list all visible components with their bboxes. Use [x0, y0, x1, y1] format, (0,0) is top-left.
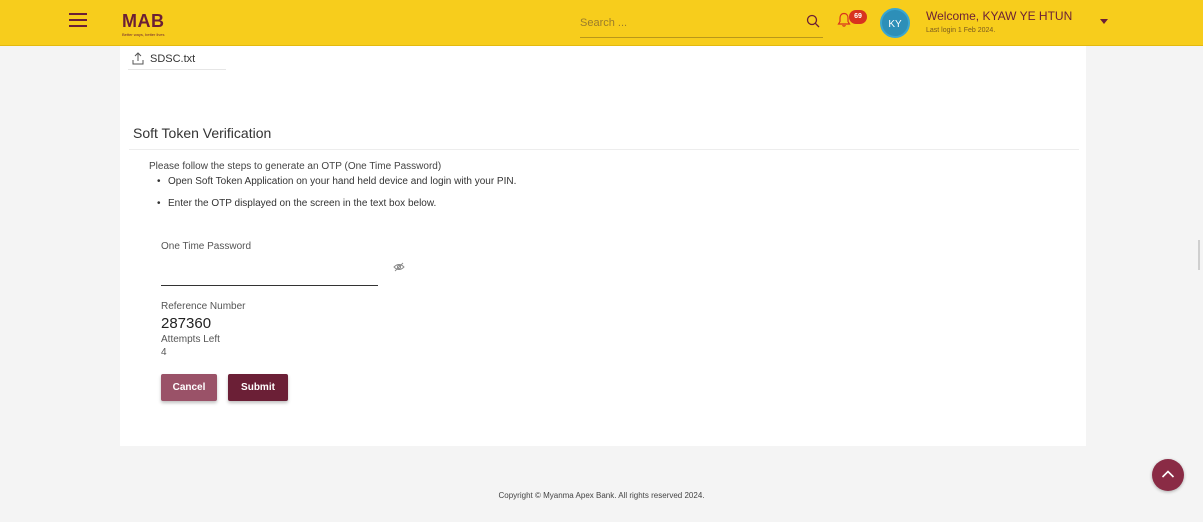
instruction-step-text: Open Soft Token Application on your hand…: [168, 176, 517, 187]
submit-button[interactable]: Submit: [228, 374, 288, 401]
file-name: SDSC.txt: [150, 53, 196, 65]
instruction-step-text: Enter the OTP displayed on the screen in…: [168, 198, 437, 209]
content-card: SDSC.txt Soft Token Verification Please …: [120, 46, 1086, 446]
welcome-text: Welcome, KYAW YE HTUN: [926, 9, 1073, 23]
hamburger-menu-icon[interactable]: [69, 12, 87, 28]
cancel-button[interactable]: Cancel: [161, 374, 217, 401]
logo-tagline: Better ways, better lives: [122, 32, 165, 37]
reference-number-value: 287360: [161, 315, 212, 332]
otp-instructions: Please follow the steps to generate an O…: [149, 161, 442, 172]
instruction-step: Enter the OTP displayed on the screen in…: [157, 198, 437, 209]
notification-count-badge: 69: [849, 10, 867, 24]
search-input[interactable]: [580, 12, 790, 34]
section-divider: [129, 149, 1079, 150]
bank-logo[interactable]: MAB Better ways, better lives: [122, 11, 165, 37]
last-login-text: Last login 1 Feb 2024.: [926, 27, 996, 34]
otp-input[interactable]: [161, 264, 378, 286]
logo-text: MAB: [122, 11, 165, 31]
reference-number-label: Reference Number: [161, 301, 246, 312]
otp-label: One Time Password: [161, 241, 252, 252]
search-box: [580, 10, 823, 38]
chevron-up-icon: [1161, 470, 1175, 478]
section-title: Soft Token Verification: [133, 125, 272, 141]
search-icon[interactable]: [806, 14, 820, 28]
page-scrollbar[interactable]: [1198, 240, 1200, 270]
attempts-left-label: Attempts Left: [161, 334, 220, 345]
upload-icon: [132, 52, 144, 65]
avatar[interactable]: KY: [880, 8, 910, 38]
user-menu-caret-icon[interactable]: [1100, 19, 1108, 24]
attempts-left-value: 4: [161, 347, 167, 358]
eye-slash-icon[interactable]: [393, 262, 405, 272]
footer-copyright: Copyright © Myanma Apex Bank. All rights…: [498, 491, 705, 500]
instruction-step: Open Soft Token Application on your hand…: [157, 176, 517, 187]
uploaded-file-row: SDSC.txt: [128, 50, 226, 70]
top-header: MAB Better ways, better lives 69 KY Welc…: [0, 0, 1203, 46]
